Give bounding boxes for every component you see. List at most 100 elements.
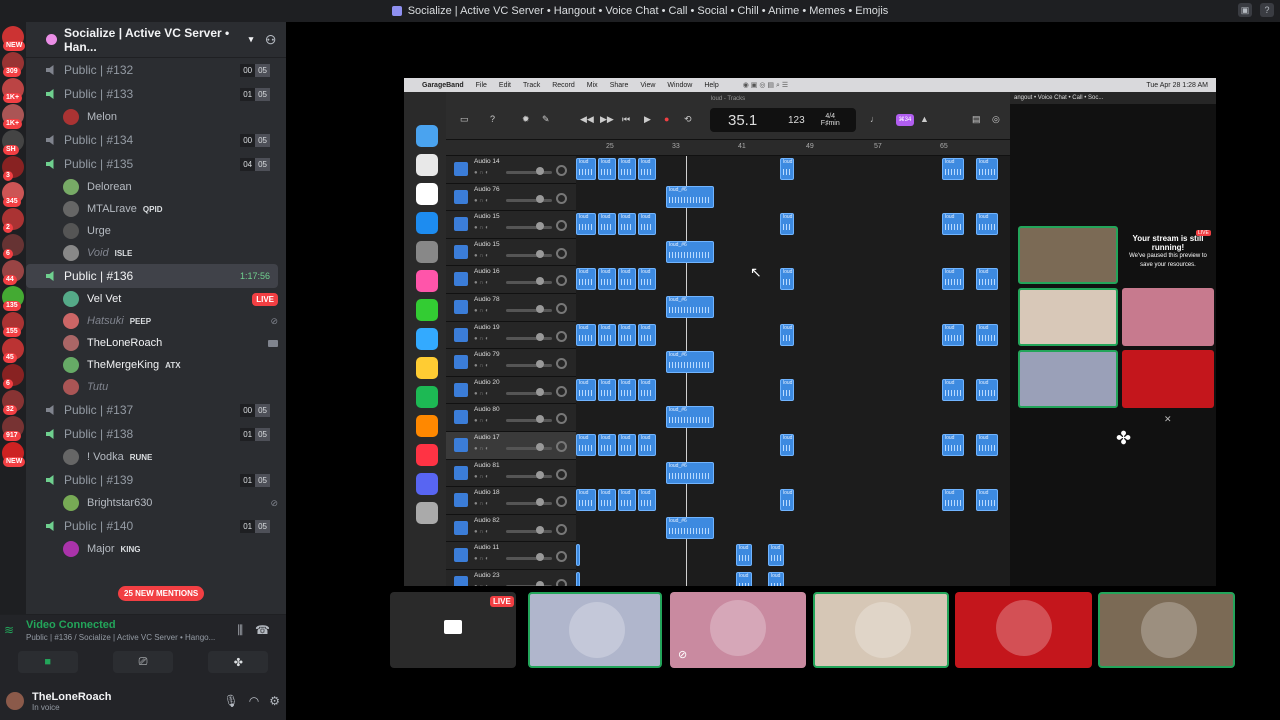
voice-channel[interactable]: Public | #133 01 05 (26, 82, 278, 106)
audio-region: loud (576, 378, 596, 401)
voice-channel[interactable]: Public | #135 04 05 (26, 152, 278, 176)
avatar[interactable] (63, 109, 79, 125)
avatar[interactable] (63, 179, 79, 195)
inbox-icon[interactable]: ▣ (1238, 3, 1252, 17)
server-icon[interactable]: 309 (2, 52, 24, 77)
audio-region: loud (736, 544, 752, 567)
limit: 05 (255, 519, 270, 533)
voice-user[interactable]: Vel Vet LIVE (26, 288, 286, 310)
headphones-icon[interactable]: ◠ (249, 694, 259, 708)
server-icon[interactable]: 3 (2, 156, 24, 181)
lcd-bar: 35.1 (728, 111, 758, 129)
audio-region: loud_#6 (666, 351, 714, 374)
track-buttons: ● ∩ ◐ (474, 528, 489, 535)
avatar[interactable] (63, 335, 79, 351)
avatar[interactable] (63, 201, 79, 217)
video-tile[interactable] (1018, 350, 1118, 408)
help-icon[interactable]: ? (1260, 3, 1274, 17)
server-icon[interactable]: 45 (2, 338, 24, 363)
server-icon[interactable]: 32 (2, 390, 24, 415)
user-count: 01 05 (240, 473, 270, 487)
server-icon[interactable]: 44 (2, 260, 24, 285)
server-icon[interactable]: 2 (2, 208, 24, 233)
voice-channel[interactable]: Public | #132 00 05 (26, 58, 278, 82)
disconnect-icon[interactable]: ☎ (255, 623, 270, 638)
video-tile[interactable] (955, 592, 1092, 668)
avatar[interactable] (63, 357, 79, 373)
video-tile[interactable] (670, 592, 806, 668)
avatar[interactable] (63, 313, 79, 329)
voice-channel[interactable]: Public | #139 01 05 (26, 468, 278, 492)
audio-region: loud (576, 268, 596, 291)
avatar[interactable] (63, 449, 79, 465)
video-tile[interactable] (1098, 592, 1235, 668)
voice-status[interactable]: Video Connected (26, 619, 116, 631)
grid-icon[interactable]: ✤ (1116, 428, 1131, 449)
avatar[interactable] (6, 692, 24, 710)
signal-icon[interactable]: ≋ (4, 623, 18, 637)
server-icon[interactable]: 135 (2, 286, 24, 311)
chevron-down-icon[interactable]: ▾ (249, 34, 254, 45)
activities-button[interactable]: ✤ (208, 651, 269, 673)
notepad-icon: ▤ (972, 114, 981, 124)
video-tile[interactable] (528, 592, 662, 668)
noise-suppression-icon[interactable]: ⫼ (238, 623, 244, 638)
video-tile[interactable] (1122, 350, 1214, 408)
voice-connection-panel: ≋ Video Connected Public | #136 / Social… (0, 614, 286, 682)
rewind-icon: ◀◀ (580, 114, 594, 124)
invite-icon[interactable]: ⚇ (265, 33, 276, 47)
avatar[interactable] (63, 223, 79, 239)
close-icon[interactable]: ✕ (1164, 414, 1172, 425)
video-tile[interactable] (813, 592, 949, 668)
track-name: Audio 23 (474, 571, 500, 579)
microphone-icon[interactable]: 🎙 (224, 694, 239, 708)
voice-user[interactable]: Brightstar630 ⊘ (26, 492, 286, 514)
avatar[interactable] (63, 291, 79, 307)
server-icon[interactable]: 6 (2, 234, 24, 259)
avatar[interactable] (63, 379, 79, 395)
voice-channel[interactable]: Public | #138 01 05 (26, 422, 278, 446)
video-tile[interactable] (1018, 226, 1118, 284)
server-icon[interactable]: 917 (2, 416, 24, 441)
track-name: Audio 76 (474, 185, 500, 193)
server-icon[interactable]: SH (2, 130, 24, 155)
avatar[interactable] (63, 495, 79, 511)
new-mentions-pill[interactable]: 25 NEW MENTIONS (118, 586, 205, 601)
voice-channel[interactable]: Public | #134 00 05 (26, 128, 278, 152)
voice-channel[interactable]: Public | #137 00 05 (26, 398, 278, 422)
voice-user[interactable]: Melon (26, 106, 286, 128)
user-name[interactable]: TheLoneRoach (32, 691, 111, 703)
voice-channel[interactable]: Public | #140 01 05 (26, 514, 278, 538)
voice-user[interactable]: Delorean (26, 176, 286, 198)
server-icon[interactable]: 155 (2, 312, 24, 337)
video-tile[interactable] (1018, 288, 1118, 346)
camera-button[interactable]: ■ (17, 651, 78, 673)
garageband-toolbar: loud - Tracks ▭ ? ✹ ✎ ◀◀ ▶▶ ⏮ ▶ ● ⟲ 35.1… (446, 92, 1010, 140)
voice-user[interactable]: Urge (26, 220, 286, 242)
gear-icon[interactable]: ⚙ (269, 694, 280, 708)
server-icon[interactable]: 1K+ (2, 78, 24, 103)
screen-share-button[interactable]: ⎚ (112, 651, 173, 673)
server-icon[interactable]: NEW (2, 26, 26, 51)
server-icon[interactable]: 345 (2, 182, 24, 207)
voice-user[interactable]: TheLoneRoach (26, 332, 286, 354)
voice-user[interactable]: Void ISLE (26, 242, 286, 264)
voice-user[interactable]: Tutu (26, 376, 286, 398)
server-header[interactable]: Socialize | Active VC Server • Han... ▾ … (26, 22, 286, 58)
voice-user[interactable]: Hatsuki PEEP ⊘ (26, 310, 286, 332)
server-icon[interactable]: 6 (2, 364, 24, 389)
server-icon[interactable]: 1K+ (2, 104, 24, 129)
track-header: Audio 15 ● ∩ ◐ (446, 238, 576, 267)
screen-share-stream[interactable]: GarageBand File Edit Track Record Mix Share Vie… (404, 78, 1216, 586)
video-tile[interactable] (1122, 288, 1214, 346)
avatar[interactable] (63, 245, 79, 261)
avatar[interactable] (63, 541, 79, 557)
voice-user[interactable]: Major KING (26, 538, 286, 560)
voice-user[interactable]: ! Vodka RUNE (26, 446, 286, 468)
ruler-tick: 25 (606, 143, 614, 150)
voice-user[interactable]: MTALrave QPID (26, 198, 286, 220)
user-count: 00 05 (240, 403, 270, 417)
voice-channel[interactable]: Public | #136 1:17:56 (26, 264, 278, 288)
server-icon[interactable]: NEW (2, 442, 26, 467)
voice-user[interactable]: TheMergeKing ATX (26, 354, 286, 376)
